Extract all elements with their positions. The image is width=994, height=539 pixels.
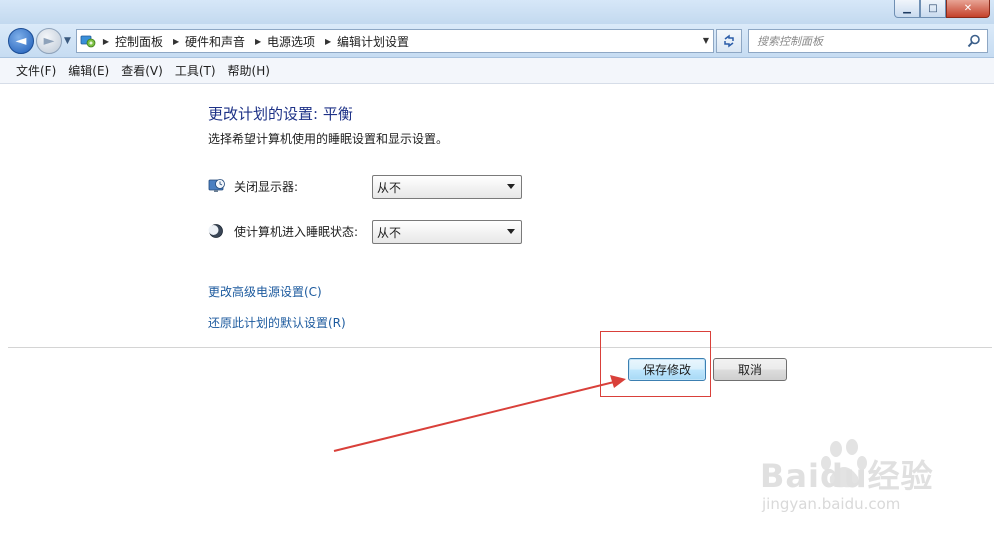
cancel-button[interactable]: 取消	[713, 358, 787, 381]
display-off-select[interactable]: 从不	[372, 175, 522, 199]
breadcrumb: ▶ 控制面板 ▶ 硬件和声音 ▶ 电源选项 ▶ 编辑计划设置	[99, 30, 415, 52]
page-title: 更改计划的设置: 平衡	[208, 105, 353, 123]
back-button[interactable]: ◄	[8, 28, 34, 54]
title-bar: ▁ □ ✕	[0, 0, 994, 24]
breadcrumb-power-options[interactable]: 电源选项	[265, 33, 321, 50]
maximize-button[interactable]: □	[920, 0, 946, 18]
menu-bar: 文件(F) 编辑(E) 查看(V) 工具(T) 帮助(H)	[0, 58, 994, 84]
breadcrumb-separator-icon[interactable]: ▶	[169, 37, 183, 46]
divider	[8, 347, 992, 348]
sleep-value: 从不	[377, 225, 402, 240]
restore-defaults-link[interactable]: 还原此计划的默认设置(R)	[208, 314, 346, 331]
menu-view[interactable]: 查看(V)	[115, 62, 169, 79]
sleep-label: 使计算机进入睡眠状态:	[234, 224, 359, 239]
sleep-setting: 使计算机进入睡眠状态: 从不	[208, 220, 522, 244]
monitor-clock-icon	[208, 179, 225, 192]
window-controls: ▁ □ ✕	[894, 0, 990, 18]
display-off-setting: 关闭显示器: 从不	[208, 175, 522, 199]
breadcrumb-control-panel[interactable]: 控制面板	[113, 33, 169, 50]
refresh-button[interactable]	[716, 29, 742, 53]
close-icon: ✕	[963, 3, 973, 14]
breadcrumb-edit-plan[interactable]: 编辑计划设置	[335, 33, 415, 50]
menu-tools[interactable]: 工具(T)	[169, 62, 222, 79]
search-input[interactable]	[749, 30, 959, 52]
address-bar[interactable]: ▶ 控制面板 ▶ 硬件和声音 ▶ 电源选项 ▶ 编辑计划设置 ▼	[76, 29, 714, 53]
main-content: 更改计划的设置: 平衡 选择希望计算机使用的睡眠设置和显示设置。 关闭显示器: …	[0, 85, 994, 539]
display-off-label: 关闭显示器:	[234, 179, 299, 194]
breadcrumb-separator-icon[interactable]: ▶	[99, 37, 113, 46]
close-button[interactable]: ✕	[946, 0, 990, 18]
menu-edit[interactable]: 编辑(E)	[62, 62, 115, 79]
baidu-watermark: Baidu经验 jingyan.baidu.com	[760, 437, 960, 527]
search-icon[interactable]	[967, 34, 981, 48]
control-panel-icon	[77, 30, 99, 52]
minimize-icon: ▁	[903, 3, 911, 14]
chevron-down-icon	[507, 229, 515, 234]
menu-help[interactable]: 帮助(H)	[222, 62, 276, 79]
minimize-button[interactable]: ▁	[894, 0, 920, 18]
breadcrumb-separator-icon[interactable]: ▶	[321, 37, 335, 46]
forward-arrow-icon: ►	[43, 33, 55, 49]
recent-pages-dropdown[interactable]: ▼	[64, 36, 71, 46]
advanced-power-settings-link[interactable]: 更改高级电源设置(C)	[208, 283, 322, 300]
annotation-highlight-box	[600, 331, 711, 397]
breadcrumb-separator-icon[interactable]: ▶	[251, 37, 265, 46]
navigation-bar: ◄ ► ▼ ▶ 控制面板 ▶ 硬件和声音 ▶ 电源选项 ▶ 编辑计划设置 ▼	[0, 24, 994, 58]
menu-file[interactable]: 文件(F)	[10, 62, 62, 79]
refresh-icon	[724, 34, 734, 48]
page-description: 选择希望计算机使用的睡眠设置和显示设置。	[208, 132, 449, 146]
search-box	[748, 29, 988, 53]
sleep-select[interactable]: 从不	[372, 220, 522, 244]
maximize-icon: □	[928, 3, 938, 14]
forward-button[interactable]: ►	[36, 28, 62, 54]
chevron-down-icon	[507, 184, 515, 189]
back-arrow-icon: ◄	[15, 33, 27, 49]
moon-sleep-icon	[208, 224, 223, 238]
watermark-url: jingyan.baidu.com	[762, 495, 901, 513]
display-off-value: 从不	[377, 180, 402, 195]
address-dropdown-icon[interactable]: ▼	[703, 36, 709, 45]
watermark-brand: Baidu经验	[760, 457, 934, 495]
breadcrumb-hardware-sound[interactable]: 硬件和声音	[183, 33, 251, 50]
